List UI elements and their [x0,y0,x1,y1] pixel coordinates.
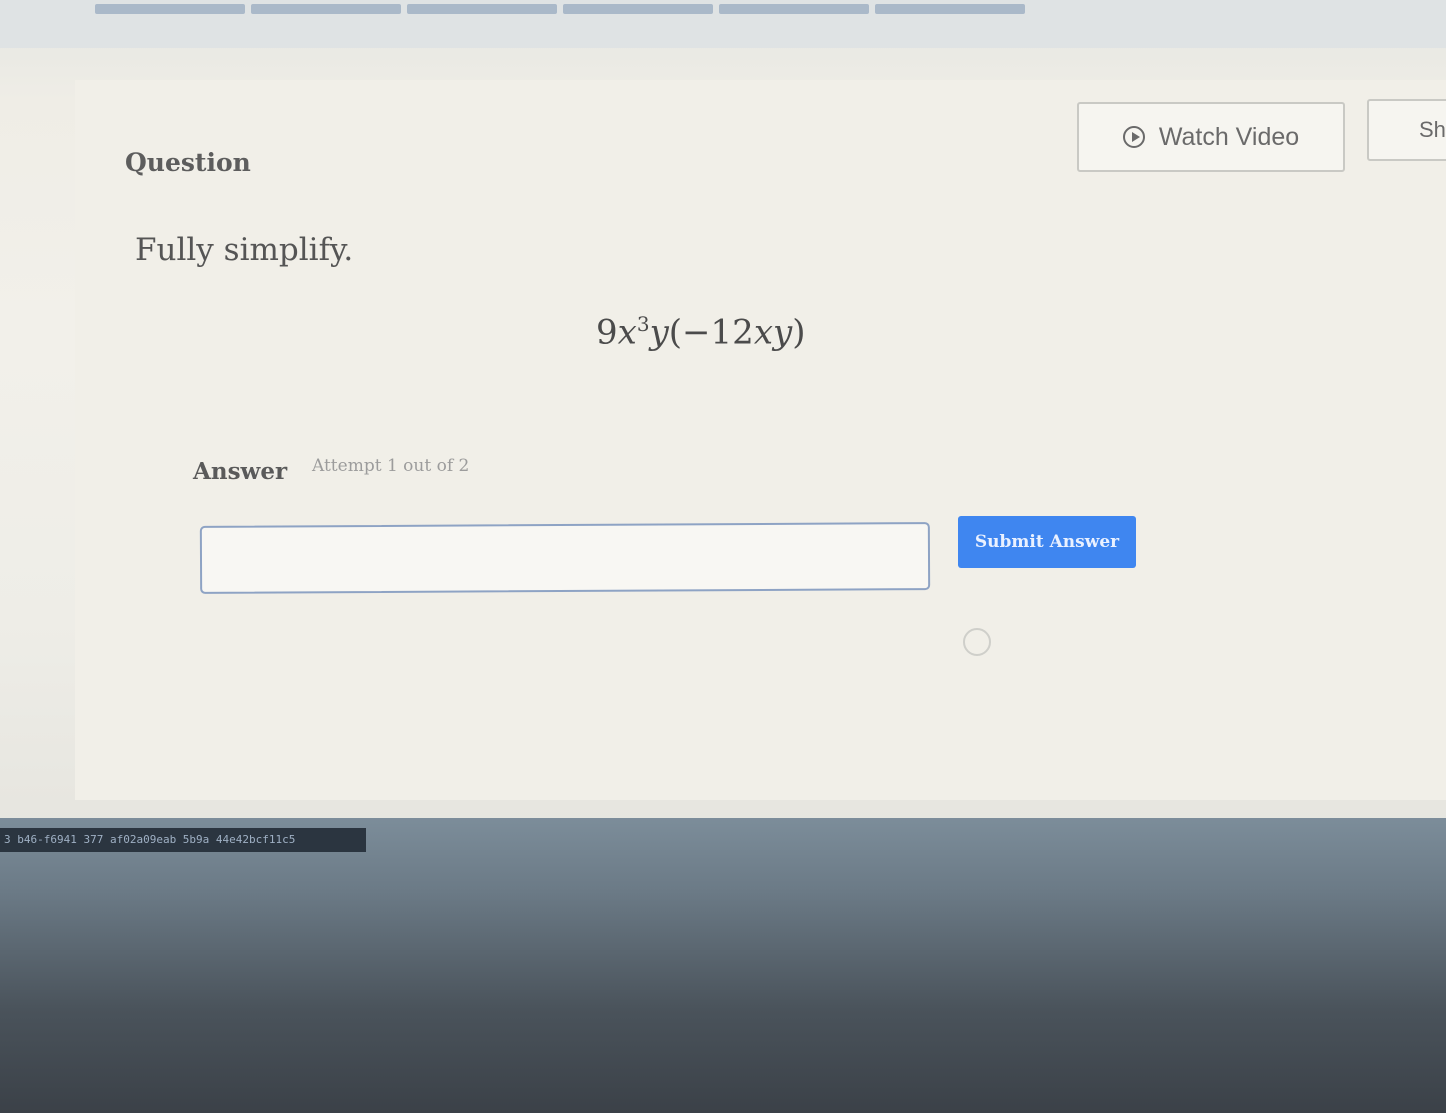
loading-spinner-icon [963,628,991,656]
expr-var-y: y [649,312,669,353]
expr-inner-coefficient: −12 [682,312,754,353]
session-id-bar: 3 b46-f6941 377 af02a09eab 5b9a 44e42bcf… [0,828,366,852]
progress-segment [95,4,245,14]
expr-exponent: 3 [636,312,650,336]
question-card [75,80,1446,800]
question-heading: Question [125,148,251,177]
question-instruction: Fully simplify. [135,232,354,268]
attempt-counter: Attempt 1 out of 2 [312,456,470,476]
progress-segments [95,4,1025,14]
submit-answer-button[interactable]: Submit Answer [958,516,1136,568]
expr-inner-var-y: y [773,312,793,353]
watch-video-label: Watch Video [1158,122,1300,151]
watch-video-button[interactable]: Watch Video [1077,102,1345,172]
monitor-bezel [0,818,1446,1113]
progress-segment [875,4,1025,14]
browser-screen: Question Watch Video Sh Fully simplify. … [0,0,1446,830]
math-expression: 9x3y(−12xy) [596,312,805,352]
top-navigation-strip [0,0,1446,48]
progress-segment [719,4,869,14]
answer-input[interactable] [199,522,931,594]
progress-segment [251,4,401,14]
play-circle-icon [1122,126,1145,148]
answer-label: Answer [193,458,288,485]
show-example-button[interactable]: Sh [1367,99,1446,161]
expr-coefficient: 9 [596,312,618,353]
expr-paren-open: ( [668,312,683,353]
expr-paren-close: ) [792,312,806,353]
progress-segment [563,4,713,14]
expr-inner-var-x: x [753,312,773,353]
expr-var-x: x [617,312,637,353]
progress-segment [407,4,557,14]
